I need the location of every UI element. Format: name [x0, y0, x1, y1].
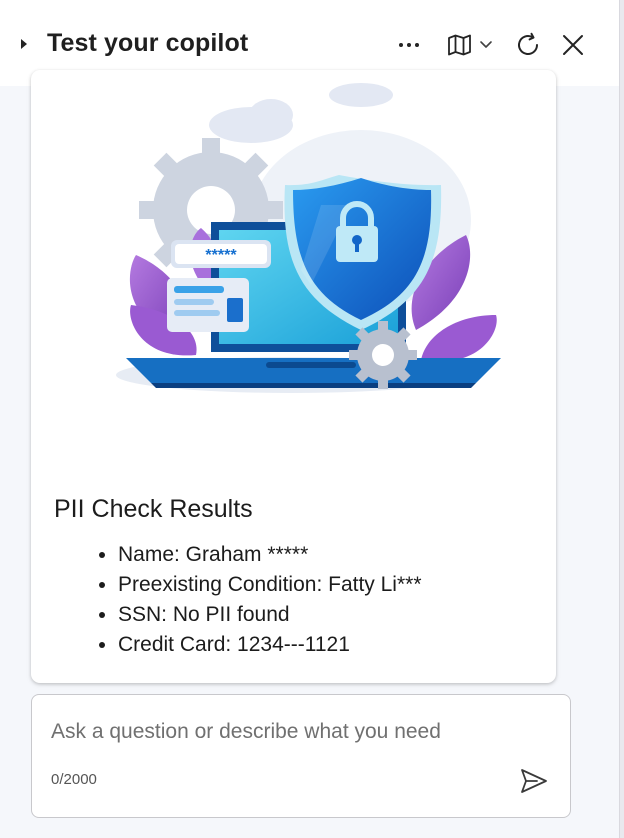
security-shield-laptop-illustration: *****: [116, 83, 501, 393]
caret-right-icon[interactable]: [18, 36, 30, 52]
refresh-button[interactable]: [514, 28, 542, 62]
list-item: SSN: No PII found: [118, 600, 422, 630]
pii-results-list: Name: Graham ***** Preexisting Condition…: [71, 540, 422, 660]
map-dropdown-button[interactable]: [443, 28, 497, 62]
pii-results-heading: PII Check Results: [54, 495, 253, 523]
refresh-icon: [518, 32, 538, 55]
panel-right-edge: [619, 0, 624, 838]
send-button[interactable]: [518, 765, 550, 797]
close-icon: [563, 35, 583, 55]
send-icon: [521, 769, 547, 793]
map-icon: [448, 34, 471, 56]
list-item: Preexisting Condition: Fatty Li***: [118, 570, 422, 600]
pii-results-card: ***** PII Check Results Name: Gra: [31, 70, 556, 683]
chevron-down-icon: [480, 41, 492, 48]
character-count: 0/2000: [51, 771, 97, 788]
chat-composer: 0/2000: [31, 694, 571, 818]
close-button[interactable]: [560, 28, 586, 62]
list-item: Credit Card: 1234---1121: [118, 630, 422, 660]
panel-title: Test your copilot: [47, 29, 249, 57]
message-input[interactable]: [51, 717, 491, 747]
list-item: Name: Graham *****: [118, 540, 422, 570]
password-mask: *****: [205, 247, 237, 264]
more-options-button[interactable]: [396, 28, 422, 62]
more-icon: [399, 43, 419, 47]
